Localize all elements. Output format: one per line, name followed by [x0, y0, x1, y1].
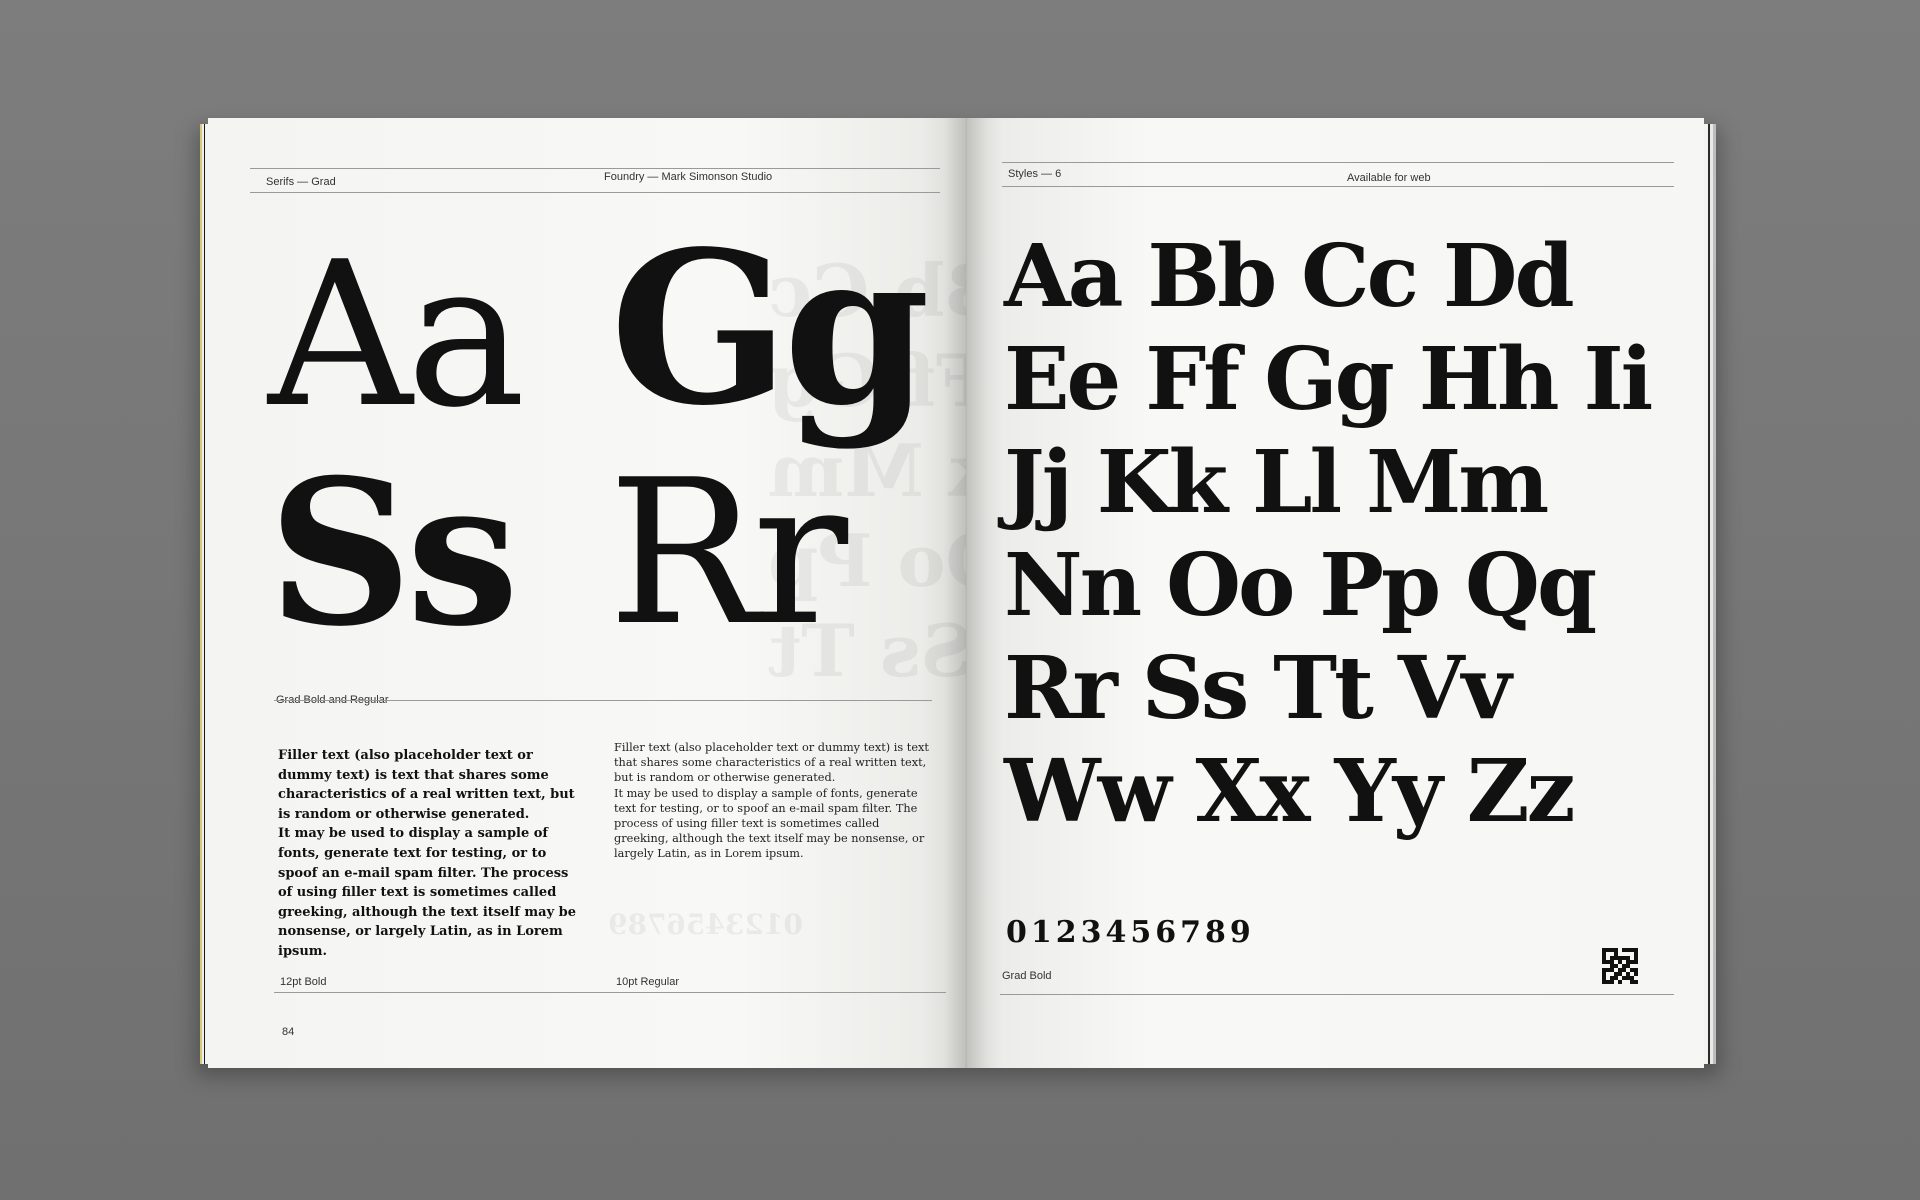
- right-page: Styles — 6 Available for web Aa Bb Cc Dd…: [966, 118, 1704, 1068]
- running-header-left: Styles — 6: [1008, 168, 1062, 180]
- alphabet-row: Jj Kk Ll Mm: [1004, 432, 1549, 533]
- bold-size-label: 12pt Bold: [280, 976, 327, 988]
- figures-sample: 0123456789: [1006, 915, 1255, 950]
- regular-paragraph-line: It may be used to display a sample of fo…: [614, 786, 925, 861]
- bold-sample-paragraph: Filler text (also placeholder text or du…: [278, 746, 578, 962]
- specimen-bold-gg: Gg: [610, 205, 930, 452]
- regular-sample-paragraph: Filler text (also placeholder text or du…: [614, 740, 934, 862]
- regular-paragraph-line: Filler text (also placeholder text or du…: [614, 741, 929, 785]
- alphabet-row: Nn Oo Pp Qq: [1004, 535, 1597, 636]
- alphabet-row: Aa Bb Cc Dd: [1004, 226, 1575, 327]
- header-rule: [250, 192, 940, 193]
- page-edge-right: [1702, 124, 1716, 1064]
- footer-rule: [274, 992, 946, 993]
- specimen-bold-ss: Ss: [268, 436, 519, 671]
- running-header-center: Foundry — Mark Simonson Studio: [604, 171, 773, 183]
- header-rule: [250, 168, 940, 169]
- running-header-right: Available for web: [1347, 172, 1431, 184]
- qr-code-icon: [1602, 948, 1638, 984]
- page-number: 84: [282, 1026, 295, 1038]
- qr-module: [1634, 980, 1638, 984]
- alphabet-row: Ww Xx Yy Zz: [1004, 741, 1575, 842]
- header-rule: [1002, 186, 1674, 187]
- footer-rule: [1000, 994, 1674, 995]
- caption-rule: [274, 700, 932, 701]
- alphabet-row: Rr Ss Tt Vv: [1004, 638, 1512, 739]
- regular-size-label: 10pt Regular: [616, 976, 679, 988]
- header-rule: [1002, 162, 1674, 163]
- bold-paragraph-line: It may be used to display a sample of fo…: [278, 826, 577, 959]
- footer-label: Grad Bold: [1002, 970, 1052, 982]
- specimen-regular-rr: Rr: [608, 437, 848, 670]
- ghost-show-through: 0123456789: [608, 908, 803, 941]
- running-header-left: Serifs — Grad: [266, 176, 336, 188]
- alphabet-row: Ee Ff Gg Hh Ii: [1004, 329, 1653, 430]
- left-page: Aa Bb Cc Ee Ff Gg Jj Kk Mm Nn Oo Pp Rr S…: [208, 118, 966, 1068]
- bold-paragraph-line: Filler text (also placeholder text or du…: [278, 748, 575, 822]
- specimen-regular-aa: Aa: [268, 219, 526, 452]
